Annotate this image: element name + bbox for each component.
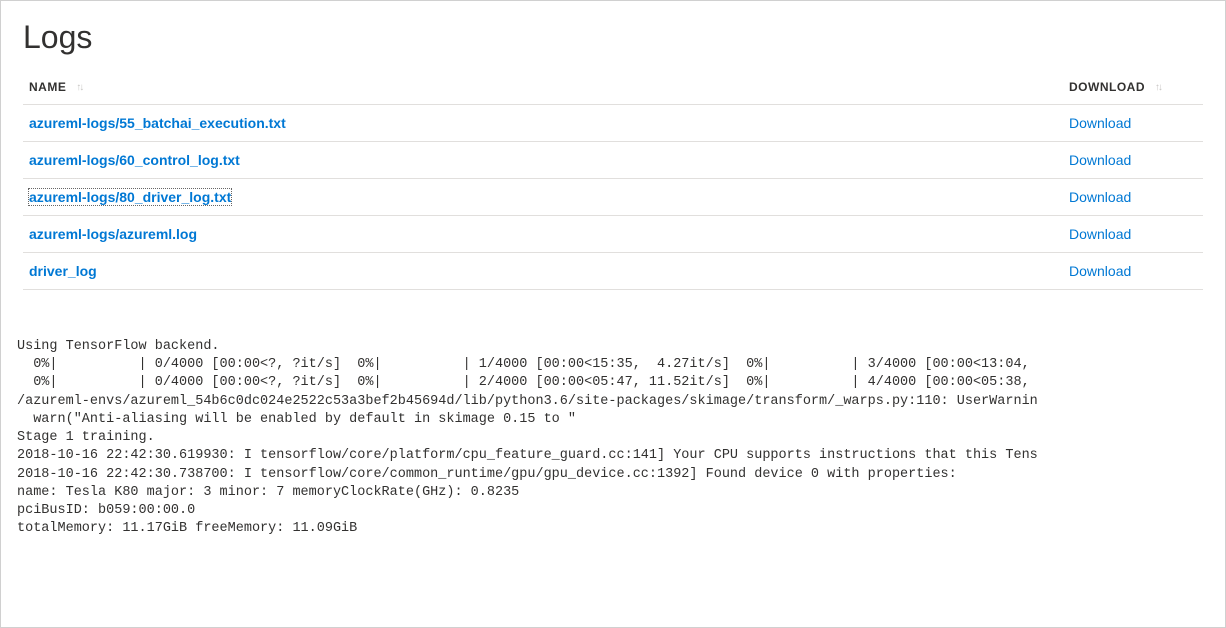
file-cell: azureml-logs/60_control_log.txt [23, 142, 1063, 179]
sort-icon: ↑↓ [76, 82, 82, 93]
file-link[interactable]: azureml-logs/80_driver_log.txt [29, 189, 231, 205]
download-cell: Download [1063, 179, 1203, 216]
download-link[interactable]: Download [1069, 189, 1131, 205]
table-row: azureml-logs/80_driver_log.txt Download [23, 179, 1203, 216]
download-cell: Download [1063, 142, 1203, 179]
table-row: azureml-logs/60_control_log.txt Download [23, 142, 1203, 179]
page-title: Logs [1, 1, 1225, 66]
file-link[interactable]: azureml-logs/55_batchai_execution.txt [29, 115, 286, 131]
download-link[interactable]: Download [1069, 263, 1131, 279]
table-row: azureml-logs/55_batchai_execution.txt Dow… [23, 105, 1203, 142]
table-row: azureml-logs/azureml.log Download [23, 216, 1203, 253]
file-link[interactable]: azureml-logs/azureml.log [29, 226, 197, 242]
download-link[interactable]: Download [1069, 115, 1131, 131]
column-header-download-label: DOWNLOAD [1069, 80, 1145, 94]
file-cell: azureml-logs/azureml.log [23, 216, 1063, 253]
download-link[interactable]: Download [1069, 152, 1131, 168]
sort-icon: ↑↓ [1155, 82, 1161, 93]
column-header-name-label: NAME [29, 80, 66, 94]
file-cell: driver_log [23, 253, 1063, 290]
download-cell: Download [1063, 253, 1203, 290]
download-link[interactable]: Download [1069, 226, 1131, 242]
table-row: driver_log Download [23, 253, 1203, 290]
log-output: Using TensorFlow backend. 0%| | 0/4000 [… [1, 290, 1225, 548]
logs-table: NAME ↑↓ DOWNLOAD ↑↓ azureml-logs/55_batc… [23, 66, 1203, 290]
column-header-name[interactable]: NAME ↑↓ [23, 66, 1063, 105]
download-cell: Download [1063, 216, 1203, 253]
file-cell: azureml-logs/55_batchai_execution.txt [23, 105, 1063, 142]
logs-table-wrap: NAME ↑↓ DOWNLOAD ↑↓ azureml-logs/55_batc… [1, 66, 1225, 290]
file-link[interactable]: driver_log [29, 263, 97, 279]
file-link[interactable]: azureml-logs/60_control_log.txt [29, 152, 240, 168]
column-header-download[interactable]: DOWNLOAD ↑↓ [1063, 66, 1203, 105]
logs-panel: Logs NAME ↑↓ DOWNLOAD ↑↓ azureml-logs/55… [0, 0, 1226, 628]
download-cell: Download [1063, 105, 1203, 142]
file-cell: azureml-logs/80_driver_log.txt [23, 179, 1063, 216]
